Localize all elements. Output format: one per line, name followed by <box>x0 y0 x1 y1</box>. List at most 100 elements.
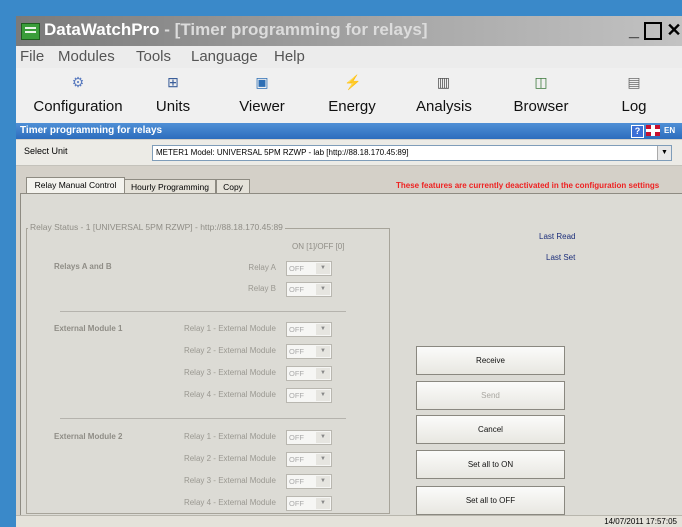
last-set-label: Last Set <box>546 253 576 262</box>
status-datetime: 14/07/2011 17:57:05 <box>604 517 677 526</box>
ext1-relay-1-value: OFF <box>289 325 304 334</box>
deactivated-warning: These features are currently deactivated… <box>396 181 660 190</box>
toolbar-log[interactable]: ▤ Log <box>614 74 654 115</box>
ext1-relay-2-label: Relay 2 - External Module <box>183 346 276 355</box>
last-read-label: Last Read <box>539 232 576 241</box>
chevron-down-icon[interactable]: ▼ <box>657 146 671 160</box>
section-relays-a-b: Relays A and B <box>54 262 112 271</box>
ext1-relay-2-select: OFF ▼ <box>286 344 332 359</box>
window-title: DataWatchPro - [Timer programming for re… <box>44 20 428 40</box>
chevron-down-icon: ▼ <box>316 454 330 465</box>
ext2-relay-3-value: OFF <box>289 477 304 486</box>
ext2-relay-3-select: OFF ▼ <box>286 474 332 489</box>
ext1-relay-2-value: OFF <box>289 347 304 356</box>
menu-file[interactable]: File <box>20 48 44 65</box>
chevron-down-icon: ▼ <box>316 368 330 379</box>
section-external-module-2: External Module 2 <box>54 432 123 441</box>
title-bar[interactable]: DataWatchPro - [Timer programming for re… <box>16 16 682 46</box>
chevron-down-icon: ▼ <box>316 284 330 295</box>
toolbar-analysis[interactable]: ▥ Analysis <box>416 74 472 115</box>
send-button[interactable]: Send <box>416 381 565 410</box>
menu-language[interactable]: Language <box>191 48 258 65</box>
browser-icon: ◫ <box>534 74 548 90</box>
tab-hourly-programming[interactable]: Hourly Programming <box>124 179 216 194</box>
toolbar-configuration-label: Configuration <box>33 98 123 115</box>
section-divider <box>60 311 346 312</box>
relay-a-value: OFF <box>289 264 304 273</box>
ext1-relay-4-select: OFF ▼ <box>286 388 332 403</box>
menu-help[interactable]: Help <box>274 48 305 65</box>
ext2-relay-2-select: OFF ▼ <box>286 452 332 467</box>
cancel-button[interactable]: Cancel <box>416 415 565 444</box>
ext2-relay-1-value: OFF <box>289 433 304 442</box>
chevron-down-icon: ▼ <box>316 476 330 487</box>
select-unit-row: Select Unit METER1 Model: UNIVERSAL 5PM … <box>16 140 682 166</box>
on-off-header: ON [1]/OFF [0] <box>292 242 345 251</box>
toolbar: ⚙ Configuration ⊞ Units ▣ Viewer ⚡ Energ… <box>16 68 682 131</box>
relay-b-select: OFF ▼ <box>286 282 332 297</box>
chevron-down-icon: ▼ <box>316 346 330 357</box>
section-divider <box>60 418 346 419</box>
relay-a-select: OFF ▼ <box>286 261 332 276</box>
ext2-relay-1-label: Relay 1 - External Module <box>183 432 276 441</box>
monitor-icon: ▣ <box>255 74 269 90</box>
toolbar-viewer-label: Viewer <box>239 98 285 115</box>
close-button[interactable]: ✕ <box>664 20 682 40</box>
ext1-relay-1-select: OFF ▼ <box>286 322 332 337</box>
toolbar-configuration[interactable]: ⚙ Configuration <box>28 74 128 115</box>
ext1-relay-3-select: OFF ▼ <box>286 366 332 381</box>
toolbar-units-label: Units <box>155 98 191 115</box>
toolbar-browser-label: Browser <box>513 98 569 115</box>
ext2-relay-1-select: OFF ▼ <box>286 430 332 445</box>
chevron-down-icon: ▼ <box>316 498 330 509</box>
receive-button[interactable]: Receive <box>416 346 565 375</box>
gear-icon: ⚙ <box>71 74 85 90</box>
select-unit-dropdown[interactable]: METER1 Model: UNIVERSAL 5PM RZWP - lab [… <box>152 145 672 161</box>
toolbar-viewer[interactable]: ▣ Viewer <box>232 74 292 115</box>
ext1-relay-3-value: OFF <box>289 369 304 378</box>
set-all-off-button[interactable]: Set all to OFF <box>416 486 565 515</box>
menu-tools[interactable]: Tools <box>136 48 171 65</box>
relay-b-value: OFF <box>289 285 304 294</box>
set-all-on-button[interactable]: Set all to ON <box>416 450 565 479</box>
ext2-relay-4-value: OFF <box>289 499 304 508</box>
chevron-down-icon: ▼ <box>316 263 330 274</box>
ext2-relay-2-label: Relay 2 - External Module <box>183 454 276 463</box>
ext1-relay-4-label: Relay 4 - External Module <box>183 390 276 399</box>
ext2-relay-4-select: OFF ▼ <box>286 496 332 511</box>
maximize-button[interactable] <box>644 22 662 40</box>
uk-flag-icon[interactable] <box>646 125 660 136</box>
app-name: DataWatchPro <box>44 20 160 39</box>
minimize-button[interactable]: _ <box>624 20 644 40</box>
toolbar-analysis-label: Analysis <box>416 98 472 115</box>
relay-b-label: Relay B <box>247 284 276 293</box>
ext2-relay-2-value: OFF <box>289 455 304 464</box>
tab-relay-manual-control[interactable]: Relay Manual Control <box>26 177 125 194</box>
log-icon: ▤ <box>627 74 641 90</box>
network-icon: ⊞ <box>167 74 179 90</box>
toolbar-browser[interactable]: ◫ Browser <box>511 74 571 115</box>
relay-a-label: Relay A <box>248 263 276 272</box>
panel-header: Timer programming for relays ? EN <box>16 123 682 139</box>
toolbar-energy-label: Energy <box>328 98 376 115</box>
select-unit-value: METER1 Model: UNIVERSAL 5PM RZWP - lab [… <box>156 148 409 157</box>
tab-copy[interactable]: Copy <box>216 179 250 194</box>
help-icon[interactable]: ? <box>631 125 644 138</box>
ext1-relay-1-label: Relay 1 - External Module <box>183 324 276 333</box>
menu-modules[interactable]: Modules <box>58 48 115 65</box>
chevron-down-icon: ▼ <box>316 324 330 335</box>
toolbar-energy[interactable]: ⚡ Energy <box>327 74 377 115</box>
ext2-relay-4-label: Relay 4 - External Module <box>183 498 276 507</box>
window-title-suffix: - [Timer programming for relays] <box>164 20 428 39</box>
lightning-icon: ⚡ <box>344 74 362 90</box>
menu-bar: File Modules Tools Language Help <box>16 46 682 68</box>
ext1-relay-4-value: OFF <box>289 391 304 400</box>
app-window: DataWatchPro - [Timer programming for re… <box>16 16 682 527</box>
chevron-down-icon: ▼ <box>316 432 330 443</box>
toolbar-units[interactable]: ⊞ Units <box>148 74 198 115</box>
relay-status-title: Relay Status - 1 [UNIVERSAL 5PM RZWP] - … <box>28 222 285 232</box>
language-code[interactable]: EN <box>664 126 675 135</box>
app-icon <box>21 23 40 40</box>
panel-title: Timer programming for relays <box>20 125 163 136</box>
status-bar: 14/07/2011 17:57:05 <box>16 515 682 527</box>
